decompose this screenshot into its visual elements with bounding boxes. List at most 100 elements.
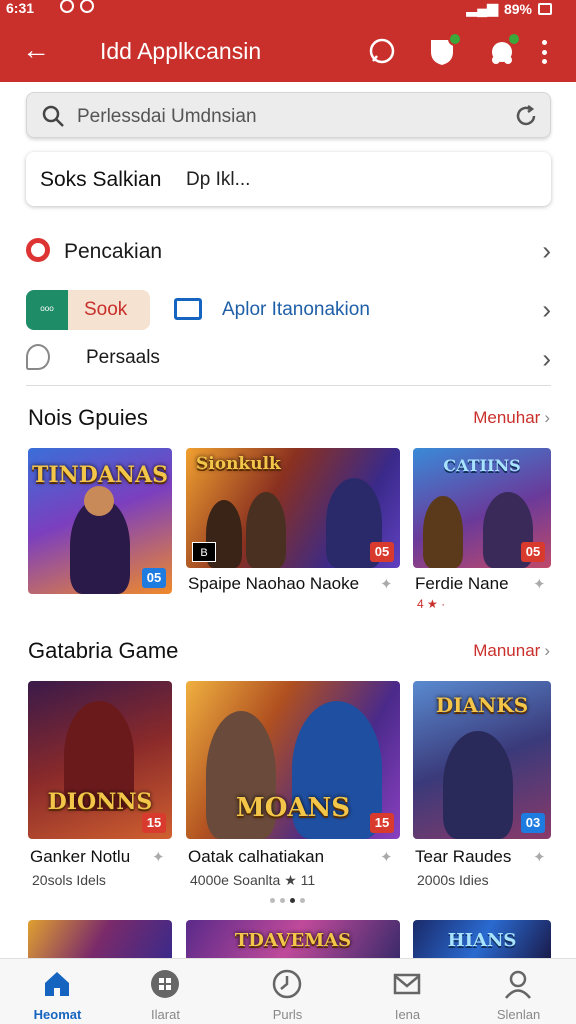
signal-icon: ▂▄▆: [466, 0, 498, 16]
chat-icon[interactable]: [367, 36, 397, 66]
gift-icon[interactable]: [487, 32, 521, 66]
nav-item-profile[interactable]: Slenlan: [461, 959, 576, 1024]
game-name: Spaipe Naohao Naoke: [188, 574, 360, 593]
game-logo: TINDANAS: [32, 462, 168, 488]
filter-value: Dp Ikl...: [186, 169, 251, 190]
game-logo: DIANKS: [435, 693, 529, 717]
mail-icon: [392, 969, 422, 999]
game-name: Oatak calhatiakan: [188, 847, 325, 866]
age-rating-badge: 05: [521, 542, 545, 562]
status-time: 6:31: [6, 0, 35, 16]
pin-icon[interactable]: ✦: [152, 848, 165, 866]
status-bar: 6:31 ▂▄▆ 89%: [0, 0, 576, 18]
person-icon: [503, 969, 533, 999]
search-placeholder: Perlessdai Umdnsian: [77, 106, 257, 127]
mail-icon: [174, 298, 202, 320]
age-rating-badge: 03: [521, 813, 545, 833]
nav-item-ilarat[interactable]: Ilarat: [108, 959, 223, 1024]
nav-label: Ilarat: [151, 1007, 180, 1022]
nav-label: Heomat: [33, 1007, 82, 1022]
menu-item-pencakian[interactable]: Pencakian ›: [26, 236, 551, 266]
battery-text: 89%: [503, 0, 532, 17]
game-logo: MOANS: [235, 793, 351, 823]
carousel-dots: [270, 898, 305, 903]
nav-item-iena[interactable]: Iena: [350, 959, 465, 1024]
bottom-nav: Heomat Ilarat Purls Iena Slenlan: [0, 958, 576, 1024]
chip-icon: ᵒᵒᵒ: [26, 290, 68, 330]
game-meta: 4000e Soanlta ★ 11: [190, 872, 316, 888]
age-rating-badge: 05: [142, 568, 166, 588]
filter-label: Soks Salkian: [40, 168, 162, 191]
menu-item-aplor[interactable]: ᵒᵒᵒ Sook Aplor Itanonakion ›: [26, 290, 551, 330]
chevron-right-icon: ›: [542, 294, 551, 325]
age-rating-badge: 15: [142, 813, 166, 833]
divider: [26, 385, 551, 386]
status-right: ▂▄▆ 89%: [467, 0, 552, 17]
search-icon: [41, 104, 65, 133]
see-more-link[interactable]: Menuhar ›: [473, 408, 550, 428]
menu-item-label: Pencakian: [64, 240, 163, 263]
game-meta: 4 ★ ·: [417, 597, 446, 611]
game-logo: Sionkulk: [196, 454, 281, 474]
pin-icon[interactable]: ✦: [380, 848, 393, 866]
record-icon: [26, 238, 50, 262]
notification-badge: [507, 32, 521, 46]
nav-item-purls[interactable]: Purls: [230, 959, 345, 1024]
see-more-label: Manunar: [473, 641, 541, 660]
home-icon: [42, 969, 72, 999]
notification-icons: [60, 0, 94, 13]
chip-label: Sook: [84, 299, 128, 320]
age-rating-badge: 15: [370, 813, 394, 833]
game-logo: DIONNS: [47, 789, 153, 815]
game-logo: HIANS: [447, 930, 517, 951]
game-meta: 20sols Idels: [32, 872, 106, 888]
chevron-right-icon: ›: [542, 235, 551, 266]
game-thumbnail: TINDANAS 05: [28, 448, 172, 594]
sook-chip[interactable]: ᵒᵒᵒ Sook: [26, 290, 150, 330]
game-thumbnail: CATIINS 05: [413, 448, 551, 568]
chevron-right-icon: ›: [544, 408, 550, 427]
nav-label: Slenlan: [496, 1007, 541, 1022]
page-title: Idd Applkcansin: [100, 38, 262, 64]
pin-icon[interactable]: ✦: [533, 848, 546, 866]
nav-label: Iena: [394, 1007, 421, 1022]
battery-icon: [538, 2, 552, 15]
game-thumbnail: MOANS 15: [186, 681, 400, 839]
filter-field[interactable]: Soks Salkian Dp Ikl...: [26, 152, 551, 206]
nav-item-home[interactable]: Heomat: [0, 959, 115, 1024]
game-logo: CATIINS: [443, 456, 521, 475]
game-thumbnail: DIONNS 15: [28, 681, 172, 839]
nav-label: Purls: [272, 1007, 303, 1022]
notification-icon: [80, 0, 94, 13]
menu-item-persaals[interactable]: Persaals ›: [26, 344, 551, 374]
game-meta: 2000s Idies: [417, 872, 489, 888]
search-bar[interactable]: Perlessdai Umdnsian: [26, 92, 551, 138]
rating-box: B: [192, 542, 216, 562]
game-thumbnail: TDAVEMAS: [186, 920, 400, 960]
grid-icon: [150, 969, 180, 999]
app-bar: 6:31 ▂▄▆ 89% ← Idd Applkcansin: [0, 0, 576, 82]
game-thumbnail: Sionkulk B 05: [186, 448, 400, 568]
refresh-icon[interactable]: [514, 104, 538, 133]
back-arrow-icon[interactable]: ←: [22, 36, 52, 66]
pin-icon[interactable]: ✦: [533, 575, 546, 593]
game-name: Ferdie Nane: [415, 574, 509, 593]
game-thumbnail: [28, 920, 172, 960]
see-more-label: Menuhar: [473, 408, 541, 427]
clock-icon: [272, 969, 302, 999]
menu-item-label: Aplor Itanonakion: [222, 299, 370, 320]
see-more-link[interactable]: Manunar ›: [473, 641, 550, 661]
game-name: Ganker Notlu: [30, 847, 131, 866]
menu-item-label: Persaals: [86, 347, 160, 368]
section-title: Nois Gpuies: [28, 405, 148, 430]
pin-icon[interactable]: ✦: [380, 575, 393, 593]
chevron-right-icon: ›: [542, 343, 551, 374]
age-rating-badge: 05: [370, 542, 394, 562]
more-options-icon[interactable]: [540, 40, 548, 64]
game-logo: TDAVEMAS: [234, 930, 352, 951]
game-name: Tear Raudes: [415, 847, 512, 866]
shield-icon[interactable]: [428, 32, 462, 66]
notification-icon: [60, 0, 74, 13]
game-thumbnail: HIANS: [413, 920, 551, 960]
notification-badge: [448, 32, 462, 46]
